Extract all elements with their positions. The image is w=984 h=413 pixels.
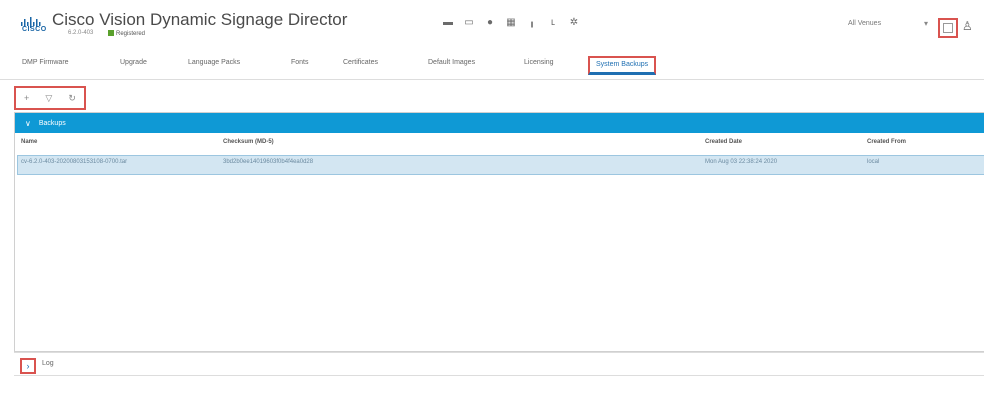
venue-select-value: All Venues [848,19,882,27]
tab-certificates[interactable]: Certificates [343,59,378,66]
column-header-checksum[interactable]: Checksum (MD-5) [223,139,274,145]
chevron-down-icon: ∨ [25,118,31,128]
tab-upgrade[interactable]: Upgrade [120,59,147,66]
app-title: Cisco Vision Dynamic Signage Director [52,10,348,29]
menu-icon [943,23,953,33]
tab-system-backups[interactable]: System Backups [588,56,657,75]
venue-select[interactable]: All Venues ▾ [848,14,928,32]
backups-panel: ∨ Backups Name Checksum (MD-5) Created D… [14,112,984,352]
tab-bar: DMP Firmware Upgrade Language Packs Font… [0,55,984,80]
display-icon[interactable]: ▭ [463,16,475,28]
version-label: 6.2.0-403 [68,30,94,36]
column-header-created-date[interactable]: Created Date [705,139,742,145]
column-header-name[interactable]: Name [21,139,37,145]
settings-icon[interactable]: ✲ [568,16,580,28]
gear-icon[interactable]: ● [484,16,496,28]
backup-action-bar: + ▽ ↻ [14,86,86,110]
folder-icon[interactable]: ▬ [442,16,454,28]
refresh-icon[interactable]: ↻ [68,93,76,104]
logo-text: CISCO [22,26,47,33]
backup-created-from-cell: local [867,159,880,165]
tab-language-packs[interactable]: Language Packs [188,59,240,66]
tab-fonts[interactable]: Fonts [291,59,309,66]
filter-icon[interactable]: ▽ [45,93,52,104]
table-row[interactable] [17,155,984,175]
log-panel: › Log [14,352,984,376]
menu-button[interactable] [938,18,958,38]
tab-default-images[interactable]: Default Images [428,59,475,66]
app-header: CISCO Cisco Vision Dynamic Signage Direc… [0,0,984,48]
backups-panel-title: Backups [38,119,66,127]
chart-icon[interactable]: ╻ [526,16,538,28]
user-icon[interactable]: ♙ [962,19,974,33]
chevron-right-icon[interactable]: › [20,358,36,374]
main-toolbar: ▬ ▭ ● ▦ ╻ ʟ ✲ [442,16,580,28]
grid-icon[interactable]: ▦ [505,16,517,28]
tab-dmp-firmware[interactable]: DMP Firmware [22,59,69,66]
chevron-down-icon: ▾ [923,18,928,28]
add-icon[interactable]: + [24,93,29,103]
flow-icon[interactable]: ʟ [547,16,559,28]
log-label: Log [42,360,54,367]
backup-name-cell: cv-6.2.0-403-20200803153108-0700.tar [21,159,128,165]
column-header-created-from[interactable]: Created From [867,139,906,145]
tab-licensing[interactable]: Licensing [524,59,554,66]
registration-badge: Registered [108,30,145,37]
backup-created-date-cell: Mon Aug 03 22:38:24 2020 [705,159,778,165]
backup-checksum-cell: 3bd2b0ee14019603f0b4f4ea0d28 [223,159,314,165]
backups-panel-header[interactable]: ∨ Backups [15,113,984,133]
